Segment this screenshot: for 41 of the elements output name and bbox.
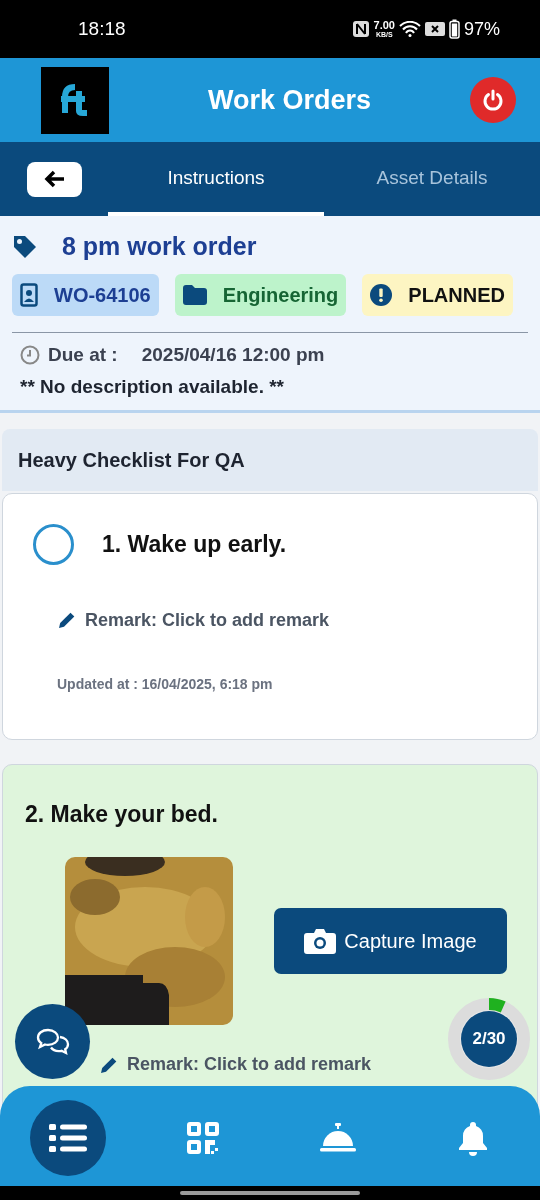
exclamation-icon: [370, 283, 393, 306]
battery-icon: [448, 19, 460, 39]
folder-icon: [182, 284, 207, 305]
work-order-title: 8 pm work order: [62, 231, 257, 262]
due-date: 2025/04/16 12:00 pm: [141, 342, 325, 367]
chat-icon: [34, 1026, 71, 1057]
battery-percent: 97%: [463, 17, 500, 41]
status-time: 18:18: [78, 16, 126, 41]
description-text: ** No description available. **: [20, 375, 285, 399]
updated-time: Updated at : 16/04/2025, 6:18 pm: [57, 674, 273, 694]
checklist-item-title: 1. Wake up early.: [101, 529, 287, 559]
due-label: Due at :: [48, 342, 118, 367]
pencil-icon: [57, 610, 77, 630]
power-icon: [482, 89, 504, 111]
capture-image-button[interactable]: Capture Image: [274, 908, 507, 974]
power-button[interactable]: [470, 77, 516, 123]
tab[interactable]: Asset Details: [332, 142, 532, 216]
network-speed: 7.00: [373, 20, 395, 31]
checklist-title: Heavy Checklist For QA: [2, 428, 538, 491]
checklist-item-title: 2. Make your bed.: [25, 800, 218, 827]
checkbox[interactable]: [33, 523, 74, 565]
notification-bell-icon: [456, 1120, 489, 1156]
nfc-icon: [351, 20, 370, 38]
back-arrow-icon: [43, 170, 66, 188]
sim-icon: [424, 22, 445, 36]
service-bell-icon: [319, 1123, 356, 1153]
page-title: Work Orders: [207, 83, 372, 117]
status-chip: PLANNED: [362, 273, 513, 316]
camera-icon: [304, 928, 337, 954]
wifi-icon: [398, 21, 421, 37]
qr-code-icon: [186, 1122, 219, 1154]
clock-icon: [20, 344, 40, 365]
work-order-id-chip: WO-64106: [12, 273, 159, 316]
tag-icon: [12, 233, 38, 260]
list-icon: [48, 1123, 87, 1153]
id-badge-icon: [20, 282, 38, 307]
back-button[interactable]: [27, 161, 82, 197]
remark-link[interactable]: Remark: Click to add remark: [57, 606, 330, 634]
remark-link[interactable]: Remark: Click to add remark: [99, 1051, 372, 1078]
progress-arc: [488, 998, 506, 1013]
category-chip: Engineering: [174, 273, 347, 316]
